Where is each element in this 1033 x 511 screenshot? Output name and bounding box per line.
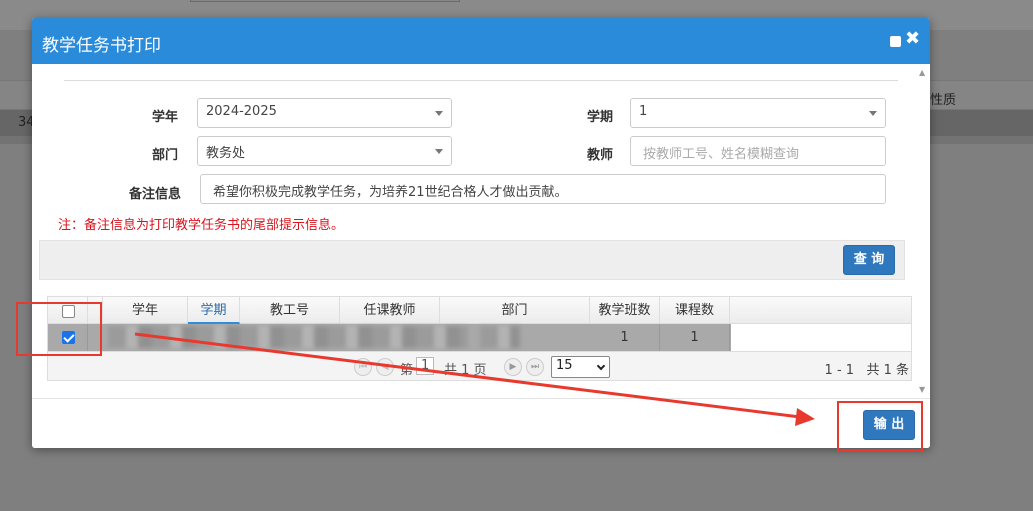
next-page-icon[interactable]: ▶ — [504, 358, 522, 376]
chevron-down-icon — [596, 361, 606, 371]
first-page-icon[interactable]: ⏮ — [354, 358, 372, 376]
column-header-year[interactable]: 学年 — [103, 297, 188, 324]
scroll-up-icon[interactable]: ▲ — [919, 68, 925, 77]
remark-input[interactable]: 希望你积极完成教学任务，为培养21世纪合格人才做出贡献。 — [200, 174, 886, 204]
term-select-value: 1 — [639, 104, 648, 119]
page-size-select[interactable]: 15 — [551, 356, 610, 378]
prev-page-icon[interactable]: ◀ — [376, 358, 394, 376]
column-header-staff-id[interactable]: 教工号 — [240, 297, 340, 324]
page-total-text: 共 1 页 — [444, 363, 487, 378]
column-header-teacher[interactable]: 任课教师 — [340, 297, 440, 324]
remark-label: 备注信息 — [129, 187, 182, 202]
redacted-cells — [108, 326, 468, 348]
dept-select-value: 教务处 — [206, 146, 246, 161]
year-select-value: 2024-2025 — [206, 104, 277, 119]
record-count-info: 1 - 1 共 1 条 — [825, 359, 909, 378]
background-search-input — [190, 0, 460, 2]
course-count-cell: 1 — [660, 324, 730, 351]
grid-pager: ⏮ ◀ 第 1 共 1 页 ▶ ⏭ 15 1 - 1 共 1 条 — [48, 351, 911, 380]
divider — [64, 80, 898, 81]
chevron-down-icon — [435, 111, 443, 116]
teacher-task-grid: 学年 学期 教工号 任课教师 部门 教学班数 课程数 1 1 ⏮ ◀ 第 1 共 — [47, 296, 912, 381]
term-select[interactable]: 1 — [630, 98, 886, 128]
column-header-dept[interactable]: 部门 — [440, 297, 590, 324]
background-header-text: 性质 — [930, 93, 957, 108]
redacted-dept-cell — [480, 326, 520, 348]
teacher-search-placeholder: 按教师工号、姓名模糊查询 — [643, 147, 800, 162]
annotation-box-export — [837, 401, 923, 451]
column-header-class-count[interactable]: 教学班数 — [590, 297, 660, 324]
dialog-footer: 输 出 — [32, 398, 930, 448]
close-icon[interactable]: ✖ — [905, 29, 920, 49]
page-size-value: 15 — [556, 358, 573, 373]
vertical-scrollbar[interactable]: ▲ ▼ — [918, 68, 929, 394]
print-task-dialog: 教学任务书打印 ✖ ▲ ▼ 学年 2024-2025 学期 1 部门 教务处 教… — [32, 18, 930, 448]
last-page-icon[interactable]: ⏭ — [526, 358, 544, 376]
dialog-header: 教学任务书打印 ✖ — [32, 18, 930, 64]
scroll-down-icon[interactable]: ▼ — [919, 385, 925, 394]
record-total: 共 1 条 — [866, 363, 909, 378]
year-select[interactable]: 2024-2025 — [197, 98, 452, 128]
column-header-course-count[interactable]: 课程数 — [660, 297, 730, 324]
record-range: 1 - 1 — [824, 363, 855, 378]
class-count-cell: 1 — [590, 324, 660, 351]
page-prefix: 第 — [400, 363, 414, 378]
remark-note: 注：备注信息为打印教学任务书的尾部提示信息。 — [58, 218, 345, 233]
dialog-title: 教学任务书打印 — [42, 36, 161, 56]
teacher-search-input[interactable]: 按教师工号、姓名模糊查询 — [630, 136, 886, 166]
grid-header: 学年 学期 教工号 任课教师 部门 教学班数 课程数 — [48, 297, 911, 324]
chevron-down-icon — [435, 149, 443, 154]
term-label: 学期 — [587, 110, 614, 125]
annotation-box-checkbox — [16, 302, 102, 356]
query-button[interactable]: 查 询 — [843, 245, 895, 275]
teacher-label: 教师 — [587, 148, 614, 163]
page-number-input[interactable]: 1 — [416, 357, 435, 375]
chevron-down-icon — [869, 111, 877, 116]
remark-input-value: 希望你积极完成教学任务，为培养21世纪合格人才做出贡献。 — [213, 185, 568, 200]
dept-label: 部门 — [152, 148, 179, 163]
year-label: 学年 — [152, 110, 179, 125]
dialog-body: ▲ ▼ 学年 2024-2025 学期 1 部门 教务处 教师 按教师工号、姓名… — [32, 64, 930, 398]
query-toolbar: 查 询 — [39, 240, 905, 280]
column-header-term[interactable]: 学期 — [188, 297, 240, 324]
maximize-icon[interactable] — [890, 36, 901, 47]
dept-select[interactable]: 教务处 — [197, 136, 452, 166]
